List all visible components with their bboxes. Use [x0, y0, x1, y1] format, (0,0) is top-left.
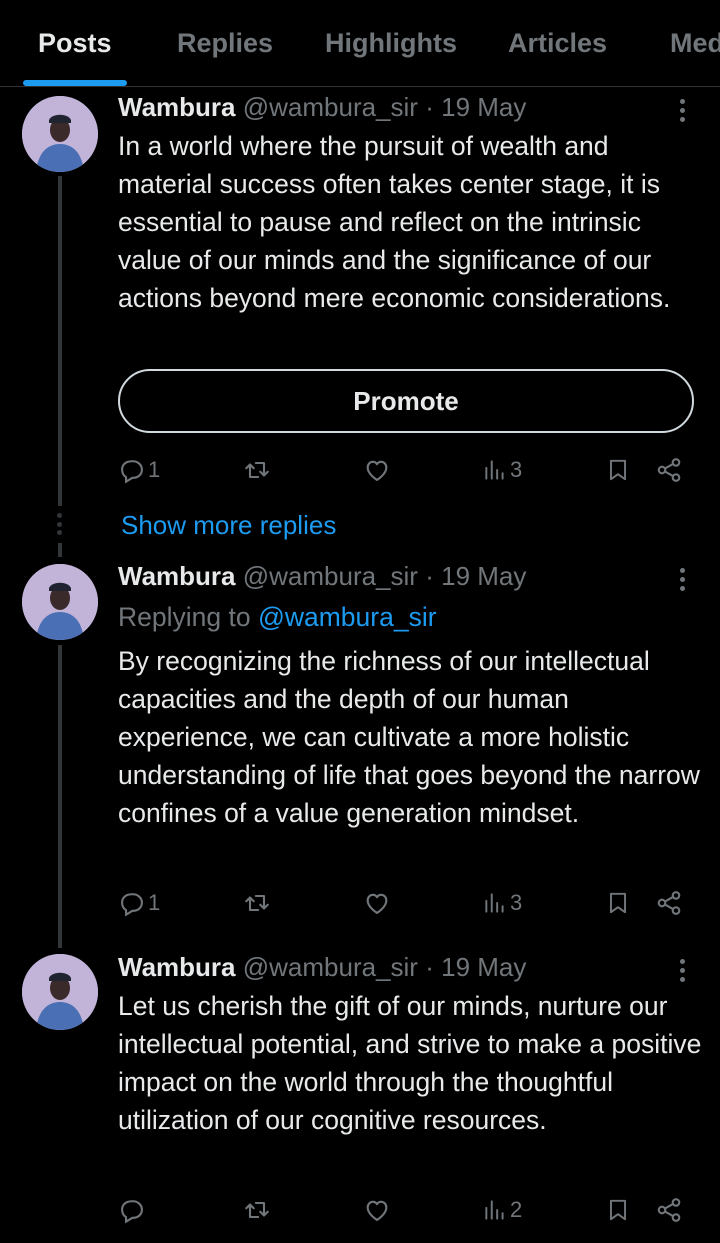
author-handle[interactable]: @wambura_sir	[243, 952, 418, 982]
bookmark-button[interactable]	[605, 1190, 631, 1230]
like-icon	[366, 1200, 388, 1221]
views-button[interactable]: 3	[482, 883, 522, 923]
more-options-icon[interactable]	[670, 565, 694, 595]
post-header: Wambura @wambura_sir · 19 May	[118, 92, 526, 123]
share-button[interactable]	[655, 450, 683, 490]
reply-icon	[121, 893, 143, 917]
tab-highlights[interactable]: Highlights	[325, 28, 457, 59]
share-icon	[657, 891, 681, 915]
share-button[interactable]	[655, 1190, 683, 1230]
bookmark-button[interactable]	[605, 450, 631, 490]
avatar-image	[22, 954, 98, 1030]
show-more-replies-link[interactable]: Show more replies	[121, 510, 336, 541]
replying-to-handle-link[interactable]: @wambura_sir	[258, 602, 437, 632]
reply-icon	[121, 460, 143, 484]
share-icon	[657, 458, 681, 482]
post-date[interactable]: 19 May	[441, 952, 526, 982]
views-count: 3	[510, 890, 523, 915]
active-tab-indicator	[23, 80, 127, 86]
post-actions: 2	[0, 1190, 720, 1230]
author-name[interactable]: Wambura	[118, 92, 236, 122]
separator: ·	[425, 952, 434, 982]
profile-tabs: Posts Replies Highlights Articles Media	[0, 0, 720, 87]
reply-button[interactable]: 1	[118, 883, 160, 923]
reply-button[interactable]: 1	[118, 450, 160, 490]
bookmark-icon	[609, 1199, 627, 1221]
bookmark-icon	[609, 892, 627, 914]
views-count: 2	[510, 1197, 523, 1222]
like-icon	[366, 893, 388, 914]
reply-count: 1	[148, 890, 161, 915]
views-icon	[485, 460, 504, 480]
bookmark-icon	[609, 459, 627, 481]
avatar[interactable]	[22, 954, 98, 1030]
repost-icon	[245, 894, 269, 912]
repost-icon	[245, 1201, 269, 1219]
post-header: Wambura @wambura_sir · 19 May	[118, 561, 526, 592]
author-handle[interactable]: @wambura_sir	[243, 92, 418, 122]
separator: ·	[425, 92, 434, 122]
repost-button[interactable]	[242, 883, 272, 923]
post-text: In a world where the pursuit of wealth a…	[118, 131, 671, 313]
tab-posts[interactable]: Posts	[38, 28, 112, 59]
views-icon	[485, 1200, 504, 1220]
more-options-icon[interactable]	[670, 96, 694, 126]
views-button[interactable]: 2	[482, 1190, 522, 1230]
author-name[interactable]: Wambura	[118, 561, 236, 591]
like-button[interactable]	[363, 1190, 391, 1230]
post-text: Let us cherish the gift of our minds, nu…	[118, 991, 702, 1135]
post-date[interactable]: 19 May	[441, 92, 526, 122]
post-header: Wambura @wambura_sir · 19 May	[118, 952, 526, 983]
promote-button[interactable]: Promote	[118, 369, 694, 433]
repost-button[interactable]	[242, 1190, 272, 1230]
like-icon	[366, 460, 388, 481]
more-options-icon[interactable]	[670, 956, 694, 986]
post-date[interactable]: 19 May	[441, 561, 526, 591]
repost-icon	[245, 461, 269, 479]
avatar[interactable]	[22, 564, 98, 640]
views-button[interactable]: 3	[482, 450, 522, 490]
replying-to: Replying to @wambura_sir	[118, 602, 437, 633]
tab-media[interactable]: Media	[670, 28, 720, 59]
avatar[interactable]	[22, 96, 98, 172]
like-button[interactable]	[363, 450, 391, 490]
avatar-image	[22, 96, 98, 172]
views-icon	[485, 893, 504, 913]
share-icon	[657, 1198, 681, 1222]
post-actions: 1 3	[0, 450, 720, 490]
like-button[interactable]	[363, 883, 391, 923]
thread-gap-dots	[57, 513, 63, 535]
bookmark-button[interactable]	[605, 883, 631, 923]
author-handle[interactable]: @wambura_sir	[243, 561, 418, 591]
reply-count: 1	[148, 457, 161, 482]
views-count: 3	[510, 457, 523, 482]
thread-line	[58, 543, 62, 557]
post-text: By recognizing the richness of our intel…	[118, 646, 700, 828]
separator: ·	[425, 561, 434, 591]
repost-button[interactable]	[242, 450, 272, 490]
post-actions: 1 3	[0, 883, 720, 923]
reply-icon	[121, 1200, 143, 1224]
tab-replies[interactable]: Replies	[177, 28, 273, 59]
reply-button[interactable]	[118, 1190, 148, 1230]
replying-to-label: Replying to	[118, 602, 251, 632]
share-button[interactable]	[655, 883, 683, 923]
author-name[interactable]: Wambura	[118, 952, 236, 982]
avatar-image	[22, 564, 98, 640]
tab-articles[interactable]: Articles	[508, 28, 607, 59]
